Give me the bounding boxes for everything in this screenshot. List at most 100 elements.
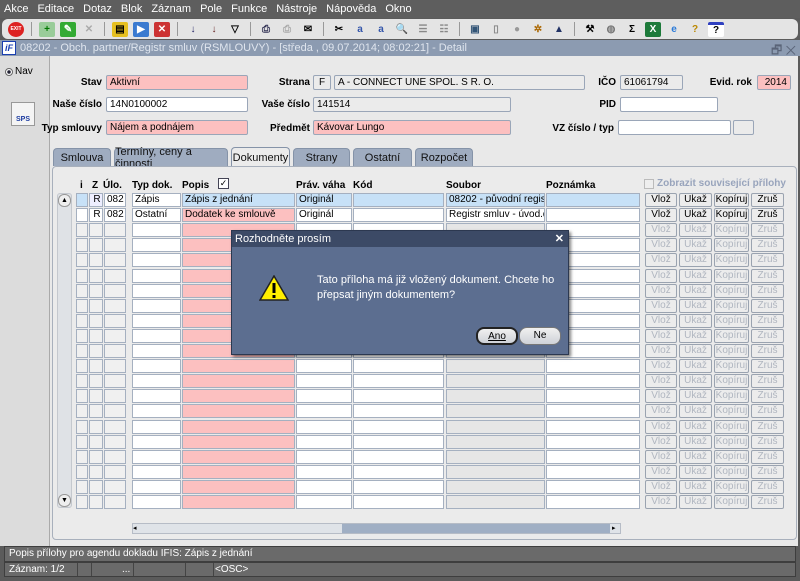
predmet-field[interactable]: Kávovar Lungo: [313, 120, 511, 135]
paste-icon[interactable]: a: [373, 22, 389, 37]
kopiruj-button[interactable]: Kopíruj: [714, 374, 749, 389]
zrus-button[interactable]: Zruš: [751, 495, 784, 509]
cell-ulo[interactable]: [104, 434, 126, 449]
columns-icon[interactable]: ☷: [436, 22, 452, 37]
sum-icon[interactable]: Σ: [624, 22, 640, 37]
kopiruj-button[interactable]: Kopíruj: [714, 328, 749, 343]
cell-pozn[interactable]: [546, 208, 640, 223]
cell-typ[interactable]: [132, 283, 181, 298]
cell-z[interactable]: [89, 238, 103, 253]
cell-soubor[interactable]: [446, 434, 545, 449]
cell-i[interactable]: [76, 464, 88, 479]
menu-4[interactable]: Záznam: [151, 3, 191, 15]
ukaz-button[interactable]: Ukaž: [679, 449, 712, 464]
zrus-button[interactable]: Zruš: [751, 464, 784, 479]
kopiruj-button[interactable]: Kopíruj: [714, 495, 749, 509]
cell-pozn[interactable]: [546, 193, 640, 207]
vloz-button[interactable]: Vlož: [645, 374, 677, 389]
vz-typ-field[interactable]: [733, 120, 754, 135]
vloz-button[interactable]: Vlož: [645, 298, 677, 313]
vloz-button[interactable]: Vlož: [645, 223, 677, 238]
cell-popis[interactable]: Dodatek ke smlouvě: [182, 208, 295, 223]
cell-typ[interactable]: [132, 359, 181, 374]
cell-ulo[interactable]: [104, 328, 126, 343]
ukaz-button[interactable]: Ukaž: [679, 313, 712, 328]
cell-ulo[interactable]: [104, 238, 126, 253]
cell-i[interactable]: [76, 253, 88, 268]
menu-3[interactable]: Blok: [121, 3, 142, 15]
cell-i[interactable]: [76, 193, 88, 207]
kopiruj-button[interactable]: Kopíruj: [714, 419, 749, 434]
vloz-button[interactable]: Vlož: [645, 359, 677, 374]
mail-icon[interactable]: ✉: [300, 22, 316, 37]
tab-smlouva[interactable]: Smlouva: [53, 148, 111, 166]
vertical-scrollbar[interactable]: ▲ ▼: [57, 193, 72, 508]
cell-soubor[interactable]: Registr smluv - úvod.doc: [446, 208, 545, 223]
cell-z[interactable]: [89, 344, 103, 358]
ukaz-button[interactable]: Ukaž: [679, 283, 712, 298]
cell-pozn[interactable]: [546, 419, 640, 434]
cell-i[interactable]: [76, 419, 88, 434]
cell-prav[interactable]: [296, 495, 352, 509]
cell-typ[interactable]: Zápis: [132, 193, 181, 207]
kopiruj-button[interactable]: Kopíruj: [714, 479, 749, 494]
zrus-button[interactable]: Zruš: [751, 268, 784, 283]
cell-popis[interactable]: [182, 449, 295, 464]
cell-i[interactable]: [76, 404, 88, 419]
cell-soubor[interactable]: [446, 359, 545, 374]
cell-prav[interactable]: [296, 479, 352, 494]
new-record-icon[interactable]: +: [39, 21, 55, 37]
no-button[interactable]: Ne: [519, 327, 561, 345]
zrus-button[interactable]: Zruš: [751, 419, 784, 434]
cell-z[interactable]: [89, 464, 103, 479]
cell-ulo[interactable]: [104, 464, 126, 479]
find-icon[interactable]: 🔍: [394, 22, 410, 37]
kopiruj-button[interactable]: Kopíruj: [714, 208, 749, 223]
cancel-query-icon[interactable]: ✕: [154, 21, 170, 37]
cell-i[interactable]: [76, 449, 88, 464]
cell-z[interactable]: R: [89, 193, 103, 207]
vloz-button[interactable]: Vlož: [645, 283, 677, 298]
ukaz-button[interactable]: Ukaž: [679, 253, 712, 268]
cell-typ[interactable]: [132, 298, 181, 313]
cell-z[interactable]: [89, 283, 103, 298]
cell-i[interactable]: [76, 238, 88, 253]
cell-ulo[interactable]: [104, 404, 126, 419]
vloz-button[interactable]: Vlož: [645, 479, 677, 494]
exit-icon[interactable]: EXIT: [8, 21, 24, 37]
zrus-button[interactable]: Zruš: [751, 404, 784, 419]
cell-z[interactable]: [89, 495, 103, 509]
kopiruj-button[interactable]: Kopíruj: [714, 464, 749, 479]
vloz-button[interactable]: Vlož: [645, 404, 677, 419]
cell-kod[interactable]: [353, 479, 444, 494]
menu-2[interactable]: Dotaz: [83, 3, 112, 15]
vloz-button[interactable]: Vlož: [645, 389, 677, 404]
vloz-button[interactable]: Vlož: [645, 434, 677, 449]
filter-icon[interactable]: ▽: [227, 22, 243, 37]
menu-5[interactable]: Pole: [200, 3, 222, 15]
zrus-button[interactable]: Zruš: [751, 434, 784, 449]
kopiruj-button[interactable]: Kopíruj: [714, 434, 749, 449]
cell-soubor[interactable]: 08202 - původní registr s: [446, 193, 545, 207]
cell-popis[interactable]: [182, 359, 295, 374]
cell-popis[interactable]: [182, 404, 295, 419]
zrus-button[interactable]: Zruš: [751, 389, 784, 404]
scroll-thumb[interactable]: [342, 524, 610, 533]
cell-kod[interactable]: [353, 404, 444, 419]
cell-typ[interactable]: [132, 389, 181, 404]
tab-dokumenty[interactable]: Dokumenty: [231, 147, 290, 167]
ukaz-button[interactable]: Ukaž: [679, 479, 712, 494]
kopiruj-button[interactable]: Kopíruj: [714, 359, 749, 374]
zrus-button[interactable]: Zruš: [751, 208, 784, 223]
tab-rozpocet[interactable]: Rozpočet: [415, 148, 473, 166]
cell-i[interactable]: [76, 223, 88, 238]
zrus-button[interactable]: Zruš: [751, 253, 784, 268]
zrus-button[interactable]: Zruš: [751, 359, 784, 374]
cell-popis[interactable]: Zápis z jednání: [182, 193, 295, 207]
cell-prav[interactable]: [296, 359, 352, 374]
cell-typ[interactable]: [132, 253, 181, 268]
cell-prav[interactable]: [296, 374, 352, 389]
helm-icon[interactable]: ✲: [530, 22, 546, 37]
vloz-button[interactable]: Vlož: [645, 193, 677, 207]
kopiruj-button[interactable]: Kopíruj: [714, 449, 749, 464]
